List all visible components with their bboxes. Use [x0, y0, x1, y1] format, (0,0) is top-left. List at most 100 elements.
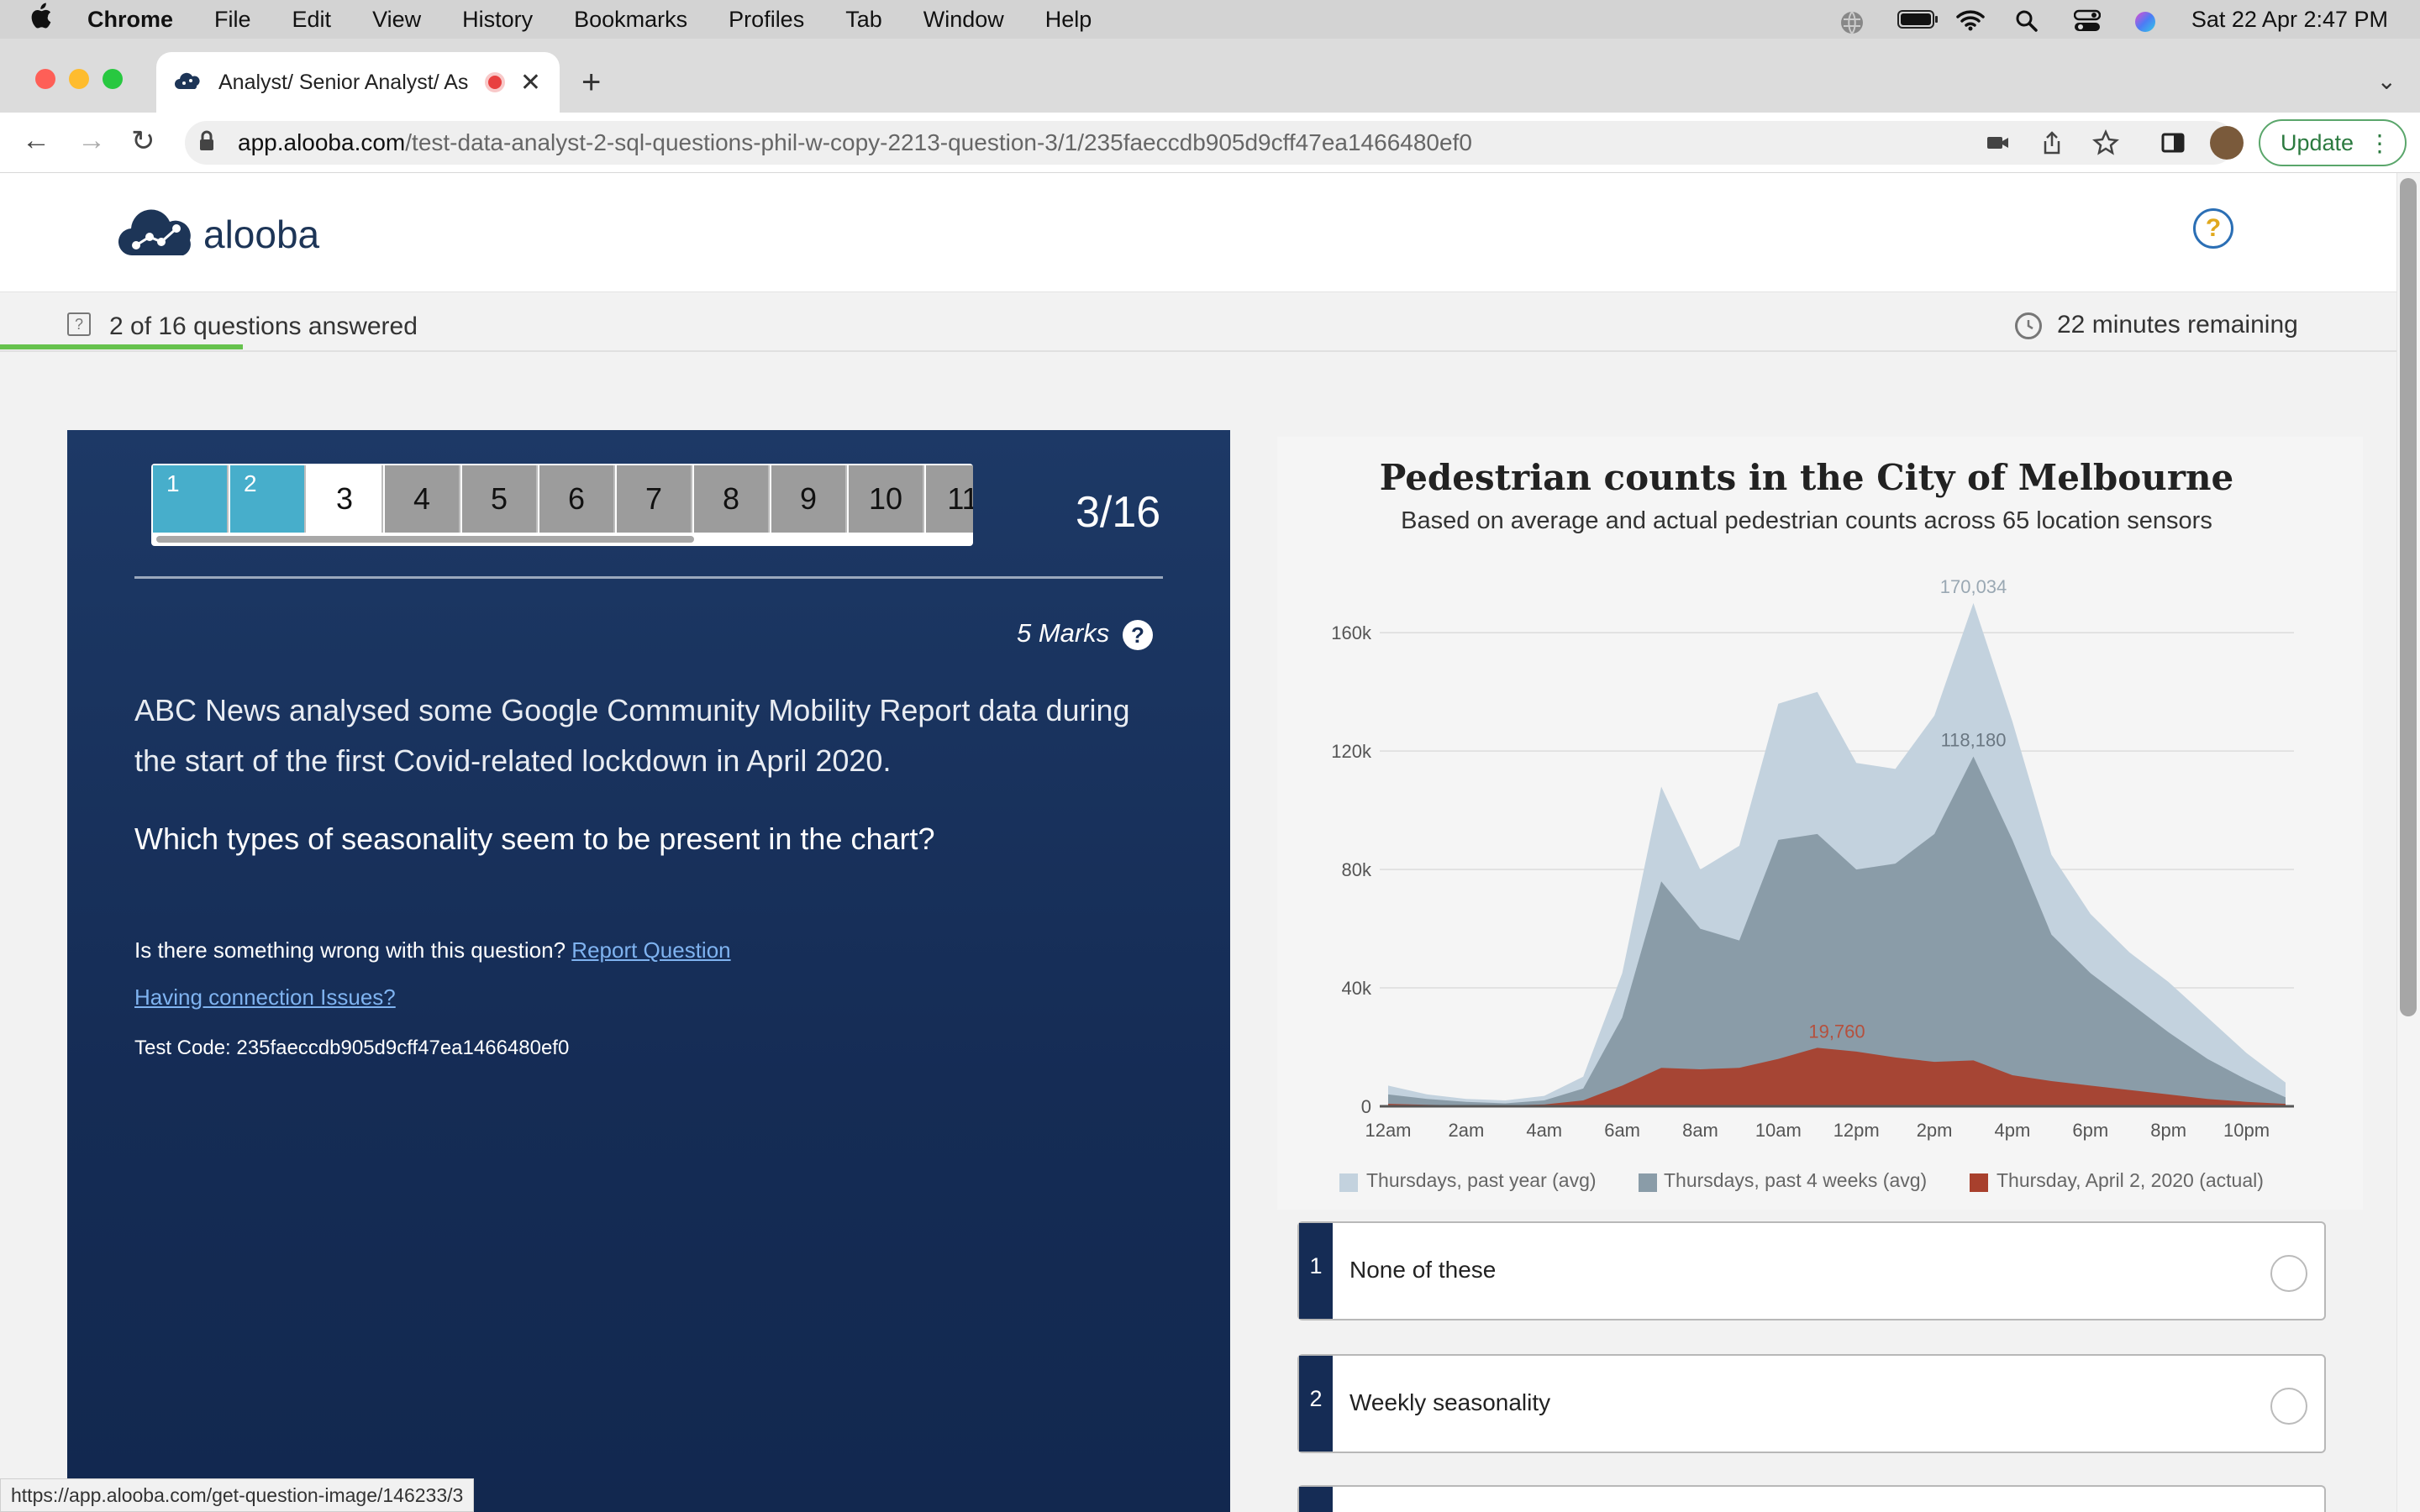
question-nav-item[interactable]: 2 [230, 465, 306, 533]
option-radio[interactable] [2270, 1388, 2307, 1425]
camera-in-use-icon[interactable] [1985, 129, 2012, 156]
legend-swatch-actual [1970, 1173, 1988, 1192]
new-tab-button[interactable]: + [581, 64, 601, 102]
reload-icon[interactable]: ↻ [131, 124, 155, 158]
siri-icon[interactable] [2133, 9, 2161, 32]
x-tick-label: 12am [1365, 1120, 1411, 1141]
question-nav-item[interactable]: 3 [308, 465, 383, 533]
question-nav-item[interactable]: 1 [153, 465, 229, 533]
question-navigator: 1 2 3 4 5 6 7 8 9 10 11 [151, 464, 973, 546]
status-bar-url: https://app.alooba.com/get-question-imag… [0, 1478, 475, 1512]
question-nav-item[interactable]: 7 [617, 465, 692, 533]
update-label: Update [2281, 129, 2354, 155]
legend-label-past-year: Thursdays, past year (avg) [1366, 1169, 1597, 1191]
option-number [1299, 1487, 1333, 1512]
back-arrow-icon[interactable]: ← [22, 124, 50, 157]
x-tick-label: 2pm [1917, 1120, 1953, 1141]
pedestrian-chart: 0 40k 80k 120k 160k 12am 2am 4am 6am 8am 10am 12pm 2… [1331, 576, 2294, 1141]
x-tick-label: 8am [1682, 1120, 1718, 1141]
wifi-icon[interactable] [1956, 9, 1985, 31]
url-text[interactable]: app.alooba.com/test-data-analyst-2-sql-q… [238, 129, 1472, 156]
x-tick-label: 8pm [2150, 1120, 2186, 1141]
tab-search-chevron-icon[interactable]: ⌄ [2377, 67, 2396, 95]
y-tick-label: 160k [1331, 622, 1372, 643]
question-nav-item[interactable]: 10 [849, 465, 924, 533]
help-icon[interactable]: ? [2193, 208, 2233, 249]
profile-avatar[interactable] [2210, 126, 2244, 160]
data-label: 170,034 [1940, 576, 2007, 597]
lock-icon[interactable] [198, 129, 215, 153]
answered-count: 2 of 16 questions answered [109, 312, 418, 340]
menu-file[interactable]: File [214, 7, 251, 33]
question-nav-item[interactable]: 4 [385, 465, 460, 533]
spotlight-search-icon[interactable] [2015, 9, 2044, 32]
question-panel [67, 430, 1230, 1512]
option-number: 2 [1299, 1356, 1333, 1452]
apple-icon[interactable] [29, 3, 62, 36]
minimize-window-button[interactable] [69, 69, 89, 89]
y-tick-label: 40k [1342, 978, 1372, 999]
answer-option[interactable]: 2 Weekly seasonality [1297, 1354, 2326, 1453]
brand-name[interactable]: alooba [203, 212, 319, 257]
side-panel-icon[interactable] [2160, 129, 2186, 156]
page-scrollbar-thumb[interactable] [2400, 178, 2417, 1016]
legend-swatch-past-year [1339, 1173, 1358, 1192]
close-window-button[interactable] [35, 69, 55, 89]
bookmark-star-icon[interactable] [2092, 129, 2119, 156]
marks-help-icon[interactable]: ? [1123, 620, 1153, 650]
question-nav-item[interactable]: 8 [694, 465, 770, 533]
x-tick-label: 4pm [1995, 1120, 2031, 1141]
x-tick-label: 6am [1604, 1120, 1640, 1141]
legend-label-actual: Thursday, April 2, 2020 (actual) [1996, 1169, 2264, 1191]
x-tick-label: 4am [1526, 1120, 1562, 1141]
battery-icon[interactable] [1897, 9, 1938, 29]
marks-label: 5 Marks [1017, 618, 1110, 648]
browser-tab[interactable]: Analyst/ Senior Analyst/ As ✕ [156, 52, 560, 113]
answer-option[interactable]: 1 None of these [1297, 1221, 2326, 1320]
menu-window[interactable]: Window [923, 7, 1004, 33]
question-nav-item[interactable]: 11 [926, 465, 973, 533]
share-icon[interactable] [2039, 129, 2065, 156]
question-mark-icon: ? [67, 312, 91, 336]
option-radio[interactable] [2270, 1255, 2307, 1292]
control-center-icon[interactable] [2073, 9, 2102, 31]
menu-edit[interactable]: Edit [292, 7, 332, 33]
question-nav-item[interactable]: 9 [771, 465, 847, 533]
close-tab-icon[interactable]: ✕ [520, 68, 541, 97]
update-button[interactable]: Update ⋮ [2259, 119, 2407, 166]
divider [134, 576, 1163, 579]
report-question-link[interactable]: Report Question [571, 937, 730, 963]
recording-indicator-icon [484, 72, 505, 92]
question-nav-item[interactable]: 5 [462, 465, 538, 533]
x-tick-label: 2am [1448, 1120, 1484, 1141]
menu-view[interactable]: View [372, 7, 421, 33]
question-intro: ABC News analysed some Google Community … [134, 693, 1130, 778]
option-label: None of these [1349, 1257, 1497, 1283]
menu-app-name[interactable]: Chrome [87, 7, 173, 33]
menu-profiles[interactable]: Profiles [729, 7, 804, 33]
menu-history[interactable]: History [462, 7, 533, 33]
connection-issues-link[interactable]: Having connection Issues? [134, 984, 396, 1011]
vpn-globe-icon[interactable] [1839, 9, 1867, 34]
more-vertical-icon[interactable]: ⋮ [2368, 129, 2391, 157]
question-nav-item[interactable]: 6 [539, 465, 615, 533]
menu-clock[interactable]: Sat 22 Apr 2:47 PM [2191, 7, 2388, 33]
x-tick-label: 10am [1755, 1120, 1802, 1141]
x-tick-label: 12pm [1833, 1120, 1880, 1141]
alooba-favicon-icon [175, 69, 202, 96]
zoom-window-button[interactable] [103, 69, 123, 89]
x-tick-label: 6pm [2072, 1120, 2108, 1141]
menu-bookmarks[interactable]: Bookmarks [574, 7, 687, 33]
answer-option[interactable] [1297, 1485, 2326, 1512]
alooba-logo-icon[interactable] [118, 207, 202, 260]
x-tick-label: 10pm [2223, 1120, 2270, 1141]
time-remaining: 22 minutes remaining [2057, 311, 2298, 339]
menu-help[interactable]: Help [1045, 7, 1092, 33]
menu-tab[interactable]: Tab [845, 7, 882, 33]
question-navigator-scrollbar[interactable] [156, 536, 694, 543]
clock-icon [2015, 312, 2042, 339]
y-tick-label: 80k [1342, 859, 1372, 880]
forward-arrow-icon[interactable]: → [77, 124, 106, 157]
question-counter: 3/16 [1076, 488, 1161, 537]
tab-title: Analyst/ Senior Analyst/ As [218, 70, 469, 94]
